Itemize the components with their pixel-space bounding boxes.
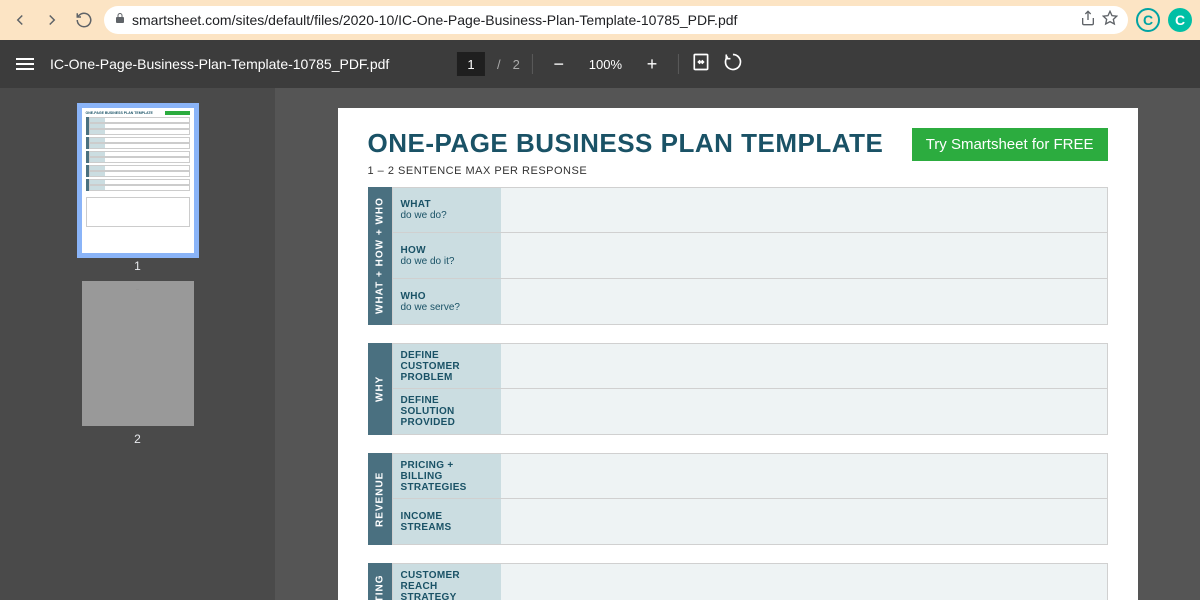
extension-icon-1[interactable]: C <box>1136 8 1160 32</box>
row-content[interactable] <box>501 564 1107 600</box>
row-label-main: HOW <box>401 245 493 256</box>
row-label: HOWdo we do it? <box>393 233 501 278</box>
share-icon[interactable] <box>1080 10 1096 31</box>
row-label-main: WHAT <box>401 199 493 210</box>
section-side-label: REVENUE <box>368 453 392 545</box>
zoom-in-button[interactable]: + <box>638 50 666 78</box>
row-label-main: WHO <box>401 291 493 302</box>
page-total: 2 <box>513 57 520 72</box>
pdf-filename: IC-One-Page-Business-Plan-Template-10785… <box>50 56 389 72</box>
page-number-input[interactable] <box>457 52 485 76</box>
section-side-label: WHY <box>368 343 392 435</box>
pdf-toolbar: IC-One-Page-Business-Plan-Template-10785… <box>0 40 1200 88</box>
thumbnail-label-2: 2 <box>134 432 141 446</box>
row-label-sub: do we do it? <box>401 256 493 267</box>
thumbnail-sidebar: ONE-PAGE BUSINESS PLAN TEMPLATE 1 … 2 <box>0 88 275 600</box>
template-row: DEFINE SOLUTION PROVIDED <box>392 389 1108 435</box>
page-separator: / <box>497 57 501 72</box>
row-content[interactable] <box>501 499 1107 544</box>
row-content[interactable] <box>501 233 1107 278</box>
zoom-out-button[interactable]: − <box>545 50 573 78</box>
separator <box>532 54 533 74</box>
row-label-sub: do we do? <box>401 210 493 221</box>
row-label: INCOME STREAMS <box>393 499 501 544</box>
template-section: WHY DEFINE CUSTOMER PROBLEM DEFINE SOLUTIO… <box>368 343 1108 435</box>
section-side-label: MARKETING <box>368 563 392 600</box>
thumbnail-page-2[interactable]: … <box>82 281 194 426</box>
lock-icon <box>114 11 126 29</box>
template-row: WHOdo we serve? <box>392 279 1108 325</box>
row-label-main: DEFINE SOLUTION PROVIDED <box>401 395 493 428</box>
row-content[interactable] <box>501 389 1107 434</box>
subtitle: 1 – 2 SENTENCE MAX PER RESPONSE <box>368 165 1108 177</box>
forward-button[interactable] <box>40 8 64 32</box>
template-row: DEFINE CUSTOMER PROBLEM <box>392 343 1108 389</box>
menu-icon[interactable] <box>16 58 34 70</box>
rotate-icon[interactable] <box>723 52 743 77</box>
zoom-level: 100% <box>585 57 626 72</box>
template-section: WHAT + HOW + WHOWHATdo we do?HOWdo we do… <box>368 187 1108 325</box>
row-label: CUSTOMER REACH STRATEGY <box>393 564 501 600</box>
template-row: CUSTOMER REACH STRATEGY <box>392 563 1108 600</box>
template-row: INCOME STREAMS <box>392 499 1108 545</box>
document-page-1: ONE-PAGE BUSINESS PLAN TEMPLATE Try Smar… <box>338 108 1138 600</box>
row-content[interactable] <box>501 344 1107 388</box>
extension-icon-2[interactable]: C <box>1168 8 1192 32</box>
back-button[interactable] <box>8 8 32 32</box>
row-label-main: DEFINE CUSTOMER PROBLEM <box>401 350 493 383</box>
section-side-label: WHAT + HOW + WHO <box>368 187 392 325</box>
row-label: WHATdo we do? <box>393 188 501 232</box>
url-text: smartsheet.com/sites/default/files/2020-… <box>132 12 1074 28</box>
thumbnail-label-1: 1 <box>134 259 141 273</box>
page-title: ONE-PAGE BUSINESS PLAN TEMPLATE <box>368 128 884 159</box>
browser-address-bar: smartsheet.com/sites/default/files/2020-… <box>0 0 1200 40</box>
separator <box>678 54 679 74</box>
bookmark-icon[interactable] <box>1102 10 1118 31</box>
row-label: PRICING + BILLING STRATEGIES <box>393 454 501 498</box>
row-content[interactable] <box>501 454 1107 498</box>
row-content[interactable] <box>501 279 1107 324</box>
thumbnail-page-1[interactable]: ONE-PAGE BUSINESS PLAN TEMPLATE <box>82 108 194 253</box>
row-label: DEFINE CUSTOMER PROBLEM <box>393 344 501 388</box>
template-row: HOWdo we do it? <box>392 233 1108 279</box>
row-label: DEFINE SOLUTION PROVIDED <box>393 389 501 434</box>
row-label: WHOdo we serve? <box>393 279 501 324</box>
template-section: REVENUE PRICING + BILLING STRATEGIES INCOM… <box>368 453 1108 545</box>
row-label-main: INCOME STREAMS <box>401 511 493 533</box>
row-label-sub: do we serve? <box>401 302 493 313</box>
template-row: PRICING + BILLING STRATEGIES <box>392 453 1108 499</box>
fit-page-icon[interactable] <box>691 52 711 77</box>
row-label-main: PRICING + BILLING STRATEGIES <box>401 460 493 493</box>
template-row: WHATdo we do? <box>392 187 1108 233</box>
template-section: MARKETINGCUSTOMER REACH STRATEGYREFERRAL… <box>368 563 1108 600</box>
row-label-main: CUSTOMER REACH STRATEGY <box>401 570 493 600</box>
cta-button[interactable]: Try Smartsheet for FREE <box>912 128 1108 161</box>
row-content[interactable] <box>501 188 1107 232</box>
url-bar[interactable]: smartsheet.com/sites/default/files/2020-… <box>104 6 1128 34</box>
document-viewport[interactable]: ONE-PAGE BUSINESS PLAN TEMPLATE Try Smar… <box>275 88 1200 600</box>
reload-button[interactable] <box>72 8 96 32</box>
